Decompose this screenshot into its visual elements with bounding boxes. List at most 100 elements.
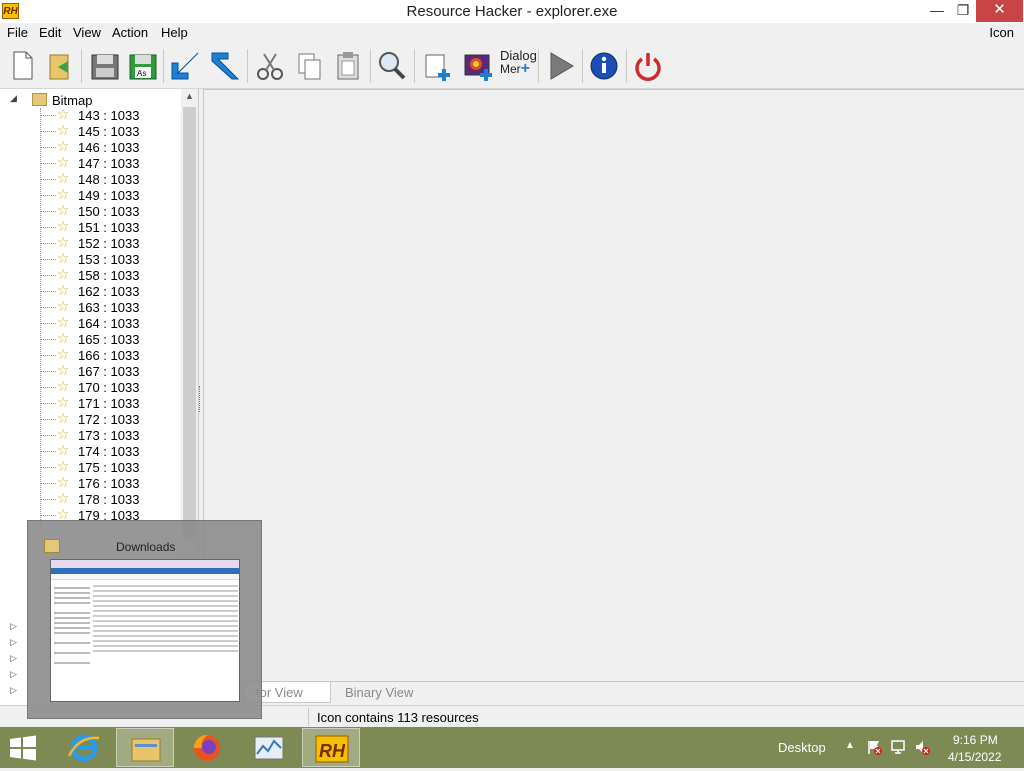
clock-time[interactable]: 9:16 PM [953, 733, 998, 747]
status-divider [308, 708, 309, 726]
add-blank-resource-button[interactable] [420, 47, 456, 85]
tree-connector [40, 403, 56, 404]
taskbar-file-explorer[interactable] [116, 728, 174, 767]
expand-arrow-icon[interactable]: ▷ [10, 653, 17, 664]
open-folder-icon [49, 54, 69, 80]
save-button[interactable] [86, 47, 122, 85]
tree-connector [40, 467, 56, 468]
scroll-up-icon[interactable]: ▲ [183, 91, 196, 105]
import-button[interactable] [168, 47, 204, 85]
resource-star-icon: ☆ [57, 250, 70, 266]
close-button[interactable]: ✕ [976, 0, 1023, 22]
tree-connector [40, 339, 56, 340]
dialog-merge-button[interactable]: Dialog Mer+ [500, 49, 537, 77]
expand-arrow-icon[interactable]: ▷ [10, 637, 17, 648]
save-disk-icon [91, 54, 119, 80]
collapse-arrow-icon[interactable]: ◢ [10, 93, 17, 104]
paste-clipboard-icon [337, 52, 359, 80]
tree-connector [40, 195, 56, 196]
preview-nav-pane [54, 584, 90, 694]
tree-scrollbar-thumb[interactable] [183, 107, 196, 537]
expand-arrow-icon[interactable]: ▷ [10, 669, 17, 680]
resource-star-icon: ☆ [57, 474, 70, 490]
tree-connector [40, 387, 56, 388]
resource-star-icon: ☆ [57, 186, 70, 202]
tree-item-label: 174 : 1033 [78, 444, 140, 459]
tree-item-label: 176 : 1033 [78, 476, 140, 491]
menu-help[interactable]: Help [161, 25, 188, 40]
network-icon[interactable] [890, 739, 906, 755]
resource-star-icon: ☆ [57, 330, 70, 346]
exit-button[interactable] [631, 47, 667, 85]
resource-star-icon: ☆ [57, 458, 70, 474]
tree-connector [40, 243, 56, 244]
desktop-toolbar-label[interactable]: Desktop [778, 740, 826, 755]
tree-connector [40, 131, 56, 132]
tree-guide-line [40, 108, 41, 528]
splitter-handle[interactable] [199, 386, 202, 412]
resource-hacker-logo-text: RH [319, 741, 346, 761]
start-button[interactable] [8, 735, 38, 761]
tab-binary-label: Binary View [345, 685, 414, 700]
about-button[interactable] [587, 47, 623, 85]
tree-connector [40, 291, 56, 292]
taskbar-resource-monitor[interactable] [240, 728, 298, 767]
copy-icon [298, 53, 321, 80]
tab-binary-view[interactable]: Binary View [333, 682, 425, 703]
expand-arrow-icon[interactable]: ▷ [10, 621, 17, 632]
menu-edit[interactable]: Edit [39, 25, 61, 40]
thumbnail-preview[interactable] [50, 559, 240, 702]
tab-editor-label: tor View [256, 685, 303, 700]
tree-connector [40, 499, 56, 500]
compile-run-button[interactable] [543, 47, 579, 85]
taskbar-internet-explorer[interactable] [55, 728, 113, 767]
taskbar-resource-hacker[interactable]: RH [302, 728, 360, 767]
copy-button[interactable] [292, 47, 328, 85]
new-button[interactable] [4, 47, 40, 85]
tree-item-label: 178 : 1033 [78, 492, 140, 507]
tree-item-label: 166 : 1033 [78, 348, 140, 363]
resource-star-icon: ☆ [57, 106, 70, 122]
info-icon [590, 52, 618, 80]
resource-star-icon: ☆ [57, 234, 70, 250]
tree-item-label: 158 : 1033 [78, 268, 140, 283]
clock-date[interactable]: 4/15/2022 [948, 750, 1001, 764]
resource-star-icon: ☆ [57, 346, 70, 362]
menu-view[interactable]: View [73, 25, 101, 40]
restore-button[interactable]: ❐ [948, 0, 978, 22]
toolbar-separator [370, 49, 371, 83]
export-button[interactable] [206, 47, 242, 85]
cut-button[interactable] [252, 47, 288, 85]
plus-icon: + [520, 60, 531, 77]
tree-connector [40, 435, 56, 436]
find-button[interactable] [374, 47, 410, 85]
save-as-button[interactable]: As [124, 47, 160, 85]
menu-file[interactable]: File [7, 25, 28, 40]
resource-hacker-window: RH Resource Hacker - explorer.exe — ❐ ✕ … [0, 0, 1024, 768]
folder-download-icon [44, 539, 60, 553]
action-center-flag-icon[interactable] [866, 739, 882, 755]
export-arrow-icon [211, 52, 240, 80]
toolbar-separator [81, 49, 82, 83]
show-hidden-icons-icon[interactable]: ▲ [845, 740, 855, 751]
resource-star-icon: ☆ [57, 282, 70, 298]
tree-item-label: 172 : 1033 [78, 412, 140, 427]
taskbar-firefox[interactable] [178, 728, 236, 767]
preview-address-bar [51, 574, 239, 580]
add-image-resource-button[interactable] [460, 47, 496, 85]
menu-action[interactable]: Action [112, 25, 148, 40]
resource-star-icon: ☆ [57, 410, 70, 426]
resource-star-icon: ☆ [57, 138, 70, 154]
tree-item-label: 167 : 1033 [78, 364, 140, 379]
volume-muted-icon[interactable] [914, 739, 930, 755]
tree-connector [40, 483, 56, 484]
add-image-icon [464, 54, 492, 81]
tree-item-label: 153 : 1033 [78, 252, 140, 267]
taskbar-thumbnail-popup[interactable]: Downloads [27, 520, 262, 719]
resource-star-icon: ☆ [57, 170, 70, 186]
paste-button[interactable] [330, 47, 366, 85]
expand-arrow-icon[interactable]: ▷ [10, 685, 17, 696]
view-tabs: tor View Binary View [203, 681, 1024, 703]
resource-star-icon: ☆ [57, 394, 70, 410]
open-button[interactable] [42, 47, 78, 85]
